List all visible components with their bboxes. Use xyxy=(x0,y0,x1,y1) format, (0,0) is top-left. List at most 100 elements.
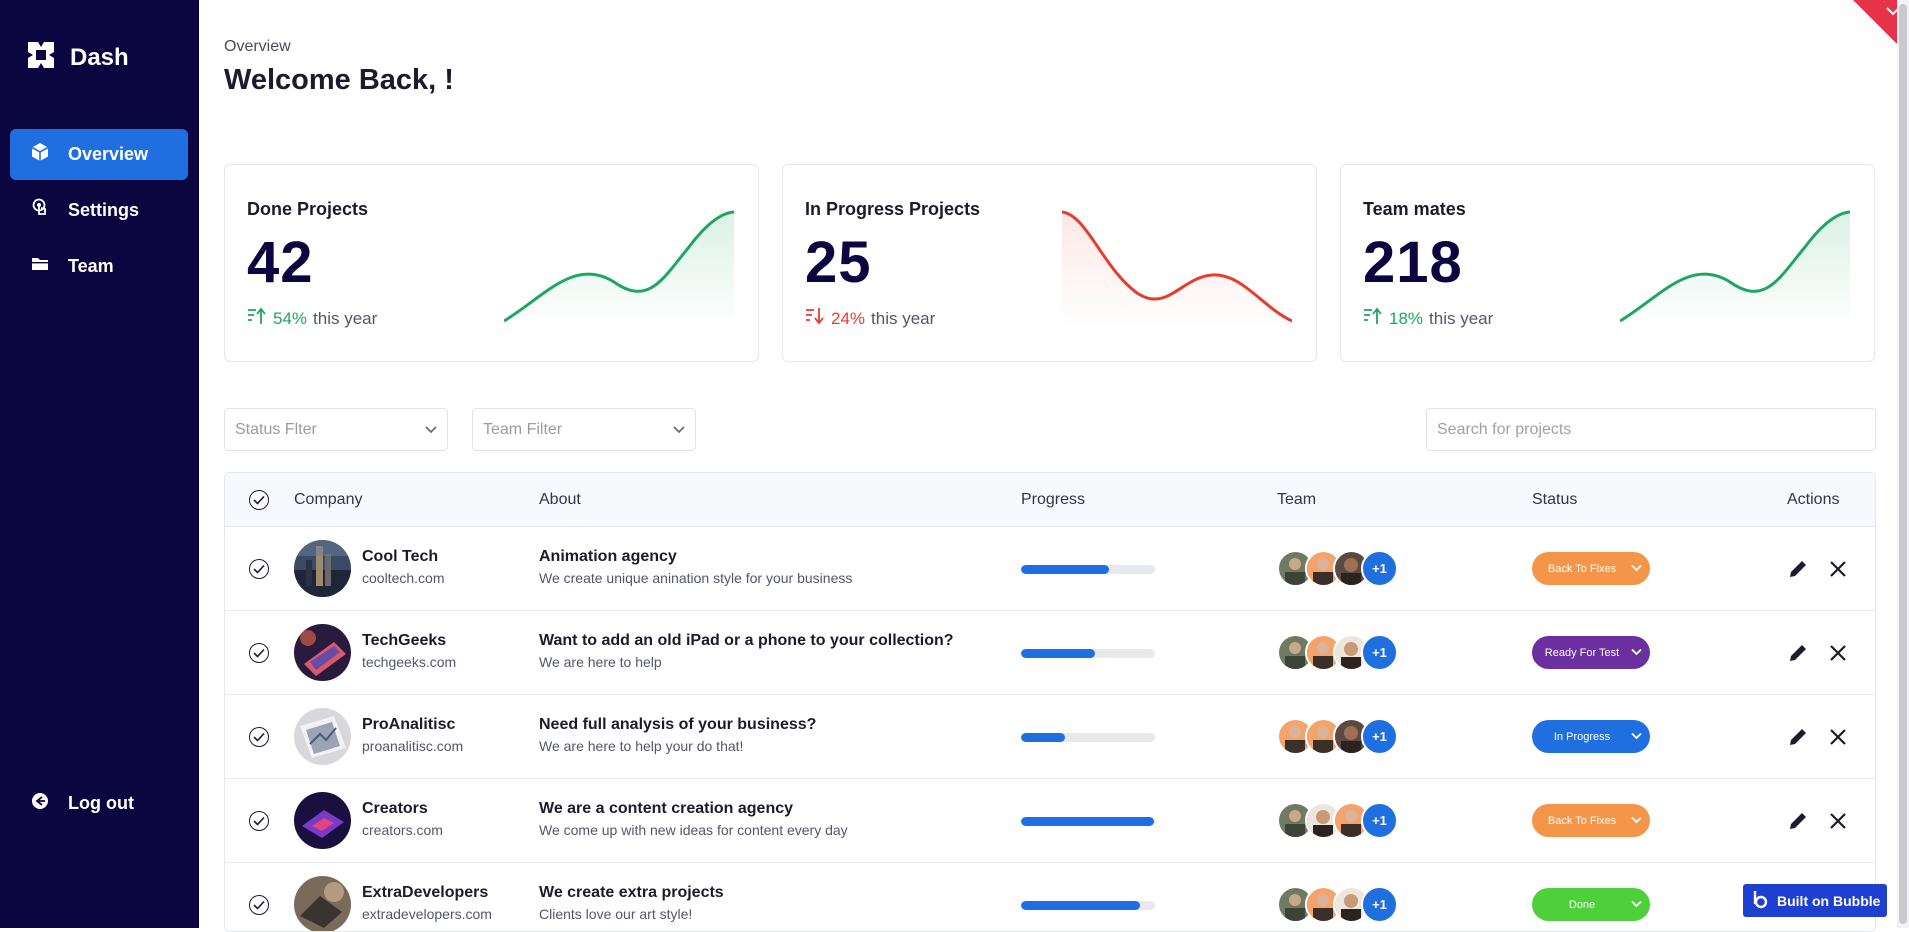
team-more-badge[interactable]: +1 xyxy=(1361,802,1398,839)
company-cell: Cool Tech cooltech.com xyxy=(362,548,444,586)
about-text: We come up with new ideas for content ev… xyxy=(539,822,848,838)
progress-bar xyxy=(1021,565,1155,574)
select-all-checkbox[interactable] xyxy=(249,490,269,510)
breadcrumb: Overview xyxy=(224,38,291,55)
company-site: cooltech.com xyxy=(362,570,445,586)
status-dropdown[interactable]: In Progress xyxy=(1532,720,1650,753)
company-name: Creators xyxy=(362,800,428,817)
status-label: Done xyxy=(1568,898,1596,911)
status-dropdown[interactable]: Done xyxy=(1532,888,1650,921)
team-avatars: +1 xyxy=(1277,802,1398,839)
edit-icon[interactable] xyxy=(1787,558,1809,585)
team-more-badge[interactable]: +1 xyxy=(1361,886,1398,923)
team-filter-select[interactable]: Team Filter xyxy=(472,408,696,451)
scrollbar[interactable] xyxy=(1897,0,1909,928)
stat-card-team-mates: Team mates 218 18% this year xyxy=(1340,164,1875,362)
row-actions xyxy=(1787,726,1849,753)
close-icon[interactable] xyxy=(1827,726,1849,753)
built-on-bubble-badge[interactable]: Built on Bubble xyxy=(1743,884,1887,917)
main-content: Overview Welcome Back, ! Done Projects 4… xyxy=(199,0,1909,932)
status-filter-select[interactable]: Status Flter xyxy=(224,408,448,451)
about-title: Want to add an old iPad or a phone to yo… xyxy=(539,632,954,649)
team-filter-label: Team Filter xyxy=(483,420,563,438)
page-title: Welcome Back, ! xyxy=(224,64,454,96)
company-name: Cool Tech xyxy=(362,548,439,565)
company-logo xyxy=(294,708,351,765)
stat-trend: 24% this year xyxy=(805,307,935,330)
company-site: extradevelopers.com xyxy=(362,906,492,922)
progress-fill xyxy=(1021,565,1110,574)
search-input[interactable] xyxy=(1426,408,1876,451)
about-text: We are here to help your do that! xyxy=(539,738,744,754)
status-label: Ready For Test xyxy=(1544,646,1620,659)
progress-fill xyxy=(1021,817,1154,826)
team-more-badge[interactable]: +1 xyxy=(1361,634,1398,671)
progress-fill xyxy=(1021,901,1141,910)
about-text: Clients love our art style! xyxy=(539,906,693,922)
close-icon[interactable] xyxy=(1827,642,1849,669)
about-cell: Need full analysis of your business? We … xyxy=(539,716,816,754)
bubble-badge-label: Built on Bubble xyxy=(1777,892,1881,909)
logout-icon xyxy=(30,791,50,816)
table-header: Company About Progress Team Status Actio… xyxy=(225,473,1875,527)
company-site: creators.com xyxy=(362,822,443,838)
row-checkbox[interactable] xyxy=(249,643,269,663)
sidebar-item-overview[interactable]: Overview xyxy=(10,129,188,180)
brand[interactable]: Dash xyxy=(26,40,129,75)
about-text: We are here to help xyxy=(539,654,662,670)
bubble-logo-icon xyxy=(1751,889,1769,912)
stat-suffix: this year xyxy=(313,308,378,328)
team-more-badge[interactable]: +1 xyxy=(1361,718,1398,755)
sparkline-chart xyxy=(1620,210,1850,327)
table-row: ExtraDevelopers extradevelopers.com We c… xyxy=(225,863,1875,931)
chevron-down-icon xyxy=(1629,812,1644,827)
trend-up-icon xyxy=(247,307,267,330)
sidebar-item-settings[interactable]: Settings xyxy=(10,185,188,236)
company-name: TechGeeks xyxy=(362,632,447,649)
company-logo xyxy=(294,624,351,681)
about-title: We are a content creation agency xyxy=(539,800,794,817)
edit-icon[interactable] xyxy=(1787,642,1809,669)
status-label: Back To Fixes xyxy=(1547,814,1617,827)
column-header-company: Company xyxy=(294,491,363,508)
sidebar-item-team[interactable]: Team xyxy=(10,241,188,292)
company-logo xyxy=(294,876,351,931)
team-avatars: +1 xyxy=(1277,634,1398,671)
team-avatars: +1 xyxy=(1277,718,1398,755)
folder-icon xyxy=(30,254,50,279)
team-more-badge[interactable]: +1 xyxy=(1361,550,1398,587)
table-row: Creators creators.com We are a content c… xyxy=(225,779,1875,863)
team-avatars: +1 xyxy=(1277,550,1398,587)
chevron-down-icon xyxy=(1629,560,1644,575)
dash-logo-icon xyxy=(26,40,56,75)
company-cell: Creators creators.com xyxy=(362,800,443,838)
row-checkbox[interactable] xyxy=(249,559,269,579)
about-cell: Want to add an old iPad or a phone to yo… xyxy=(539,632,954,670)
brand-name: Dash xyxy=(70,43,129,71)
status-filter-label: Status Flter xyxy=(235,420,317,438)
column-header-progress: Progress xyxy=(1021,491,1086,508)
edit-icon[interactable] xyxy=(1787,726,1809,753)
logout-button[interactable]: Log out xyxy=(10,778,188,829)
status-dropdown[interactable]: Back To Fixes xyxy=(1532,552,1650,585)
status-dropdown[interactable]: Ready For Test xyxy=(1532,636,1650,669)
close-icon[interactable] xyxy=(1827,810,1849,837)
trend-up-icon xyxy=(1363,307,1383,330)
about-cell: We create extra projects Clients love ou… xyxy=(539,884,724,922)
sidebar-item-label: Overview xyxy=(68,144,149,164)
stat-pct: 18% xyxy=(1389,308,1424,328)
row-actions xyxy=(1787,810,1849,837)
status-dropdown[interactable]: Back To Fixes xyxy=(1532,804,1650,837)
progress-fill xyxy=(1021,649,1095,658)
row-checkbox[interactable] xyxy=(249,811,269,831)
stat-label: Done Projects xyxy=(247,199,369,219)
stat-suffix: this year xyxy=(1429,308,1494,328)
stat-suffix: this year xyxy=(871,308,936,328)
row-checkbox[interactable] xyxy=(249,727,269,747)
scrollbar-thumb[interactable] xyxy=(1899,4,1907,924)
close-icon[interactable] xyxy=(1827,558,1849,585)
edit-icon[interactable] xyxy=(1787,810,1809,837)
stat-trend: 18% this year xyxy=(1363,307,1493,330)
row-checkbox[interactable] xyxy=(249,895,269,915)
projects-table: Company About Progress Team Status Actio… xyxy=(224,472,1876,932)
